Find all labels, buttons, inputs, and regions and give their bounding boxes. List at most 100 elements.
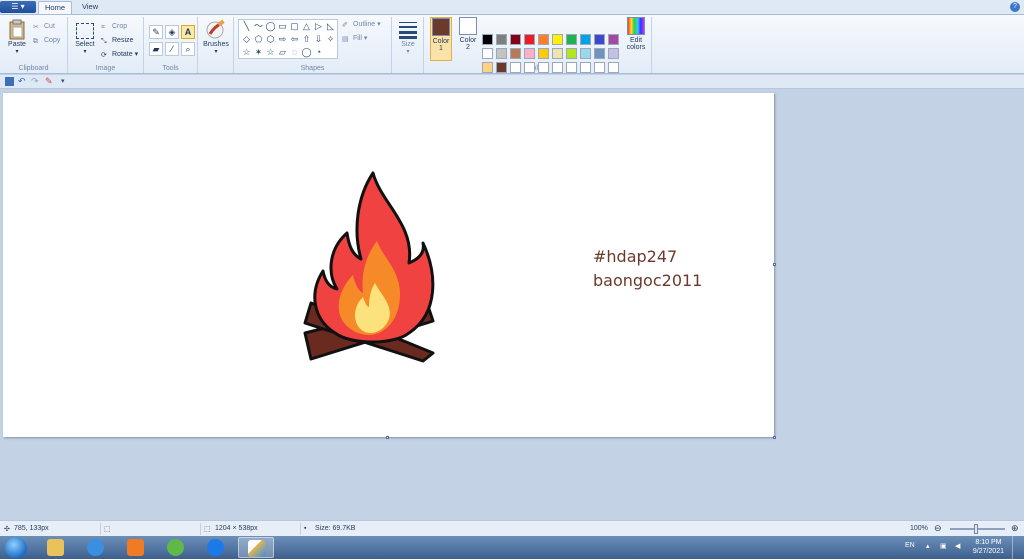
shape-option[interactable]: ▢ [289, 21, 300, 32]
palette-swatch[interactable] [580, 48, 591, 59]
palette-swatch[interactable] [552, 48, 563, 59]
shape-option[interactable]: ⬠ [253, 34, 264, 45]
save-icon[interactable] [5, 77, 14, 86]
taskbar-ie[interactable] [78, 537, 114, 558]
tab-home[interactable]: Home [38, 1, 73, 14]
text-tool-icon[interactable]: A [181, 25, 195, 39]
brushes-button[interactable]: Brushes ▾ [200, 19, 232, 55]
shape-option[interactable]: ☆ [241, 47, 252, 58]
application-menu-button[interactable]: ☰ ▾ [0, 1, 36, 13]
fill-button[interactable]: ▤ Fill ▾ [342, 33, 367, 45]
eraser-icon[interactable]: ▰ [149, 42, 163, 56]
help-icon[interactable]: ? [1010, 2, 1020, 12]
shape-option[interactable]: ◔ [313, 47, 324, 58]
copy-button[interactable]: ⧉ Copy [33, 35, 60, 47]
outline-button[interactable]: ✐ Outline ▾ [342, 19, 381, 31]
shape-option[interactable]: ☆ [265, 47, 276, 58]
color1-button[interactable]: Color 1 [430, 17, 452, 61]
paste-button[interactable]: Paste ▾ [4, 19, 30, 55]
cut-button[interactable]: ✂ Cut [33, 21, 55, 33]
system-clock[interactable]: 8:10 PM 9/27/2021 [973, 538, 1004, 556]
start-button[interactable] [5, 537, 27, 559]
shape-option[interactable]: ⇦ [289, 34, 300, 45]
redo-icon[interactable]: ↷ [31, 77, 40, 86]
palette-swatch[interactable] [608, 34, 619, 45]
canvas-resize-handle-right[interactable] [773, 263, 776, 266]
shape-option[interactable]: ⇧ [301, 34, 312, 45]
pencil-icon[interactable]: ✎ [149, 25, 163, 39]
palette-swatch[interactable] [538, 48, 549, 59]
palette-swatch[interactable] [566, 34, 577, 45]
shape-option[interactable]: ✧ [325, 34, 336, 45]
eraser-icon[interactable]: ✎ [45, 77, 54, 86]
tab-view[interactable]: View [76, 1, 104, 14]
shape-option[interactable]: ◌ [289, 47, 300, 58]
undo-icon[interactable]: ↶ [18, 77, 27, 86]
resize-button[interactable]: ⤡ Resize [101, 35, 133, 47]
rotate-button[interactable]: ⟳ Rotate ▾ [101, 49, 138, 61]
shape-option[interactable]: ⬡ [265, 34, 276, 45]
palette-swatch[interactable] [580, 34, 591, 45]
color2-button[interactable]: Color 2 [457, 17, 479, 51]
shape-option[interactable]: ◯ [265, 21, 276, 32]
palette-swatch[interactable] [566, 48, 577, 59]
palette-swatch[interactable] [482, 62, 493, 73]
palette-swatch[interactable] [496, 62, 507, 73]
palette-swatch[interactable] [538, 34, 549, 45]
color-picker-icon[interactable]: ⁄ [165, 42, 179, 56]
palette-swatch[interactable] [552, 62, 563, 73]
shape-option[interactable]: ▷ [313, 21, 324, 32]
shape-option[interactable]: 〜 [253, 21, 264, 32]
network-icon[interactable]: ▣ [940, 542, 947, 550]
drawing-canvas[interactable]: #hdap247 baongoc2011 [3, 93, 774, 437]
palette-swatch[interactable] [524, 48, 535, 59]
size-button[interactable]: Size ▾ [395, 19, 421, 55]
palette-swatch[interactable] [482, 48, 493, 59]
zoom-out-icon[interactable]: ⊖ [934, 523, 942, 534]
palette-swatch[interactable] [524, 34, 535, 45]
palette-swatch[interactable] [496, 48, 507, 59]
palette-swatch[interactable] [594, 48, 605, 59]
palette-swatch[interactable] [538, 62, 549, 73]
canvas-resize-handle-bottom[interactable] [386, 436, 389, 439]
shape-option[interactable]: △ [301, 21, 312, 32]
shape-option[interactable]: ◺ [325, 21, 336, 32]
shape-option[interactable]: ◇ [241, 34, 252, 45]
palette-swatch[interactable] [510, 34, 521, 45]
canvas-resize-handle-corner[interactable] [773, 436, 776, 439]
palette-swatch[interactable] [608, 62, 619, 73]
zoom-in-icon[interactable]: ⊕ [1011, 523, 1019, 534]
palette-swatch[interactable] [510, 48, 521, 59]
taskbar-coccoc[interactable] [158, 537, 194, 558]
shape-option[interactable]: ◯ [301, 47, 312, 58]
zoom-slider-thumb[interactable] [974, 524, 978, 534]
taskbar-paint[interactable] [238, 537, 274, 558]
shape-option[interactable]: ╲ [241, 21, 252, 32]
palette-swatch[interactable] [552, 34, 563, 45]
palette-swatch[interactable] [566, 62, 577, 73]
shape-option[interactable]: ⇩ [313, 34, 324, 45]
customize-dropdown-icon[interactable]: ▾ [61, 77, 70, 86]
taskbar-media-player[interactable] [118, 537, 154, 558]
shapes-gallery[interactable]: ╲ 〜 ◯ ▭ ▢ △ ▷ ◺ ◇ ⬠ ⬡ ⇨ ⇦ ⇧ ⇩ ✧ ☆ ✶ ☆ ▱ ◌ ◯ ◔ [238, 19, 338, 59]
magnifier-icon[interactable]: ⌕ [181, 42, 195, 56]
fill-bucket-icon[interactable]: ◈ [165, 25, 179, 39]
tray-expand-icon[interactable]: ▴ [926, 542, 930, 550]
palette-swatch[interactable] [594, 62, 605, 73]
palette-swatch[interactable] [524, 62, 535, 73]
shape-option[interactable]: ▱ [277, 47, 288, 58]
shape-option[interactable]: ✶ [253, 47, 264, 58]
language-indicator[interactable]: EN [905, 542, 915, 549]
palette-swatch[interactable] [580, 62, 591, 73]
show-desktop-button[interactable] [1012, 536, 1024, 559]
palette-swatch[interactable] [496, 34, 507, 45]
taskbar-explorer[interactable] [38, 537, 74, 558]
palette-swatch[interactable] [510, 62, 521, 73]
shape-option[interactable]: ▭ [277, 21, 288, 32]
select-button[interactable]: Select ▾ [72, 19, 98, 55]
edit-colors-button[interactable]: Edit colors [624, 17, 648, 51]
palette-swatch[interactable] [594, 34, 605, 45]
volume-icon[interactable]: ◀ [955, 542, 960, 550]
taskbar-zalo[interactable] [198, 537, 234, 558]
palette-swatch[interactable] [608, 48, 619, 59]
